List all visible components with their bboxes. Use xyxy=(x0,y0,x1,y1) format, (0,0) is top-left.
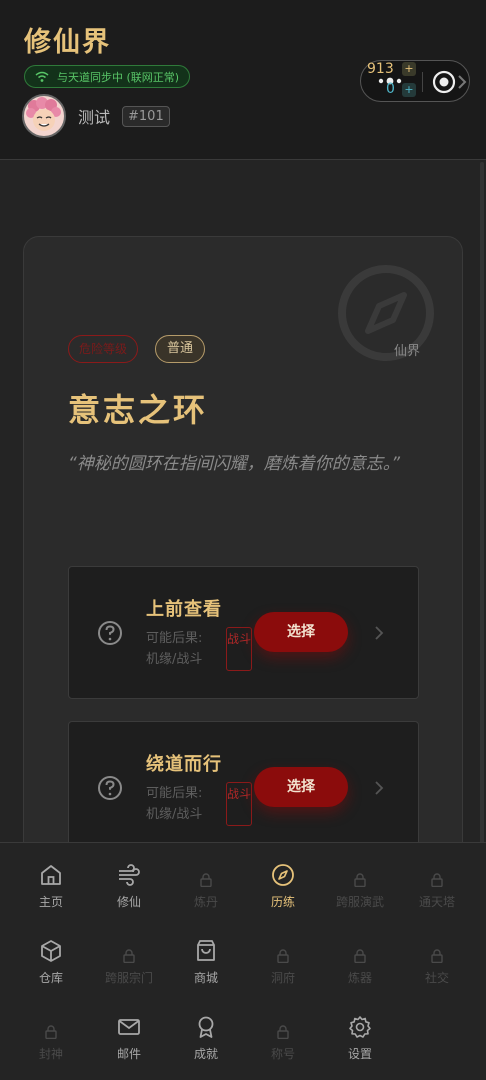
sync-status-badge: 与天道同步中 (联网正常) xyxy=(24,65,191,88)
choice-title: 绕道而行 xyxy=(146,754,222,775)
lock-icon xyxy=(45,1025,57,1039)
nav-item-alchemy: 炼丹 xyxy=(167,867,245,927)
user-id-badge: #101 xyxy=(122,105,170,127)
close-target-icon[interactable] xyxy=(431,69,457,95)
outcome-value: 机缘/战斗 xyxy=(146,652,203,667)
battle-tag: 战斗 xyxy=(226,627,252,671)
gear-icon xyxy=(349,1016,371,1038)
select-button[interactable]: 选择 xyxy=(254,767,348,807)
mini-program-capsule: 913 + 0 + xyxy=(360,60,470,102)
gem-count: 0 xyxy=(386,81,395,97)
nav-item-forge: 炼器 xyxy=(321,943,399,1003)
scrollbar[interactable] xyxy=(480,162,484,862)
outcome-label: 可能后果: xyxy=(146,631,203,646)
nav-label: 炼丹 xyxy=(193,895,218,909)
outcome-value: 机缘/战斗 xyxy=(146,807,203,822)
chevron-right-icon xyxy=(375,626,384,640)
choice-title: 上前查看 xyxy=(146,599,222,620)
nav-item-title: 称号 xyxy=(244,1019,322,1079)
award-icon xyxy=(198,1016,214,1038)
add-spirit-stone-button[interactable]: + xyxy=(402,62,416,76)
add-gem-button[interactable]: + xyxy=(402,83,416,97)
choice-outcome: 可能后果: 机缘/战斗 xyxy=(146,783,216,825)
question-circle-icon xyxy=(98,776,122,800)
nav-label: 商城 xyxy=(193,971,218,985)
nav-label: 成就 xyxy=(193,1047,218,1061)
nav-label: 封神 xyxy=(38,1047,63,1061)
event-title: 意志之环 xyxy=(68,391,209,429)
chevron-right-icon xyxy=(375,781,384,795)
nav-item-cave: 洞府 xyxy=(244,943,322,1003)
nav-item-cross-server-sect: 跨服宗门 xyxy=(90,943,168,1003)
lock-icon xyxy=(277,1025,289,1039)
event-description: “神秘的圆环在指间闪耀，磨炼着你的意志。” xyxy=(68,454,401,474)
event-card: 仙界 危险等级 普通 意志之环 “神秘的圆环在指间闪耀，磨炼着你的意志。” 上前… xyxy=(23,236,463,936)
nav-label: 邮件 xyxy=(116,1047,141,1061)
nav-item-tower: 通天塔 xyxy=(398,867,476,927)
select-button[interactable]: 选择 xyxy=(254,612,348,652)
nav-label: 设置 xyxy=(347,1047,372,1061)
compass-icon xyxy=(272,864,294,886)
chevron-right-icon[interactable] xyxy=(457,74,467,90)
nav-label: 主页 xyxy=(38,895,63,909)
header-bar: 修仙界 与天道同步中 (联网正常) 测试 #101 913 + 0 + xyxy=(0,0,486,160)
mail-icon xyxy=(118,1019,140,1035)
nav-item-home[interactable]: 主页 xyxy=(12,863,90,923)
nav-label: 社交 xyxy=(424,971,449,985)
wind-icon xyxy=(119,864,140,886)
nav-item-achievement[interactable]: 成就 xyxy=(167,1015,245,1075)
nav-item-settings[interactable]: 设置 xyxy=(321,1015,399,1075)
nav-item-warehouse[interactable]: 仓库 xyxy=(12,939,90,999)
lock-icon xyxy=(354,949,366,963)
question-circle-icon xyxy=(98,621,122,645)
bottom-nav: 主页 修仙 炼丹 历练 跨服演武 通天塔 仓库 跨服宗门 商城 洞府 炼器 社交… xyxy=(0,842,486,1080)
shopping-bag-icon xyxy=(197,940,215,961)
user-name: 测试 xyxy=(78,108,111,127)
wifi-icon xyxy=(35,71,49,82)
choice-card[interactable]: 绕道而行 可能后果: 机缘/战斗 战斗 选择 xyxy=(68,721,419,854)
nav-label: 称号 xyxy=(270,1047,295,1061)
nav-label: 通天塔 xyxy=(418,895,455,909)
lock-icon xyxy=(123,949,135,963)
capsule-divider xyxy=(422,72,423,92)
nav-label: 洞府 xyxy=(270,971,295,985)
lock-icon xyxy=(431,949,443,963)
danger-level-tag: 危险等级 xyxy=(68,335,139,363)
nav-label: 仓库 xyxy=(38,971,63,985)
lock-icon xyxy=(277,949,289,963)
choice-card[interactable]: 上前查看 可能后果: 机缘/战斗 战斗 选择 xyxy=(68,566,419,699)
nav-item-shop[interactable]: 商城 xyxy=(167,939,245,999)
rarity-tag: 普通 xyxy=(155,335,206,363)
home-icon xyxy=(41,865,61,885)
compass-watermark-icon xyxy=(338,265,434,361)
nav-item-cross-server-arena: 跨服演武 xyxy=(321,867,399,927)
lock-icon xyxy=(431,873,443,887)
nav-label: 炼器 xyxy=(347,971,372,985)
box-icon xyxy=(41,940,61,962)
sync-status-text: 与天道同步中 (联网正常) xyxy=(57,70,180,84)
choice-outcome: 可能后果: 机缘/战斗 xyxy=(146,628,216,670)
nav-label: 修仙 xyxy=(116,895,141,909)
user-info: 测试 #101 xyxy=(22,94,170,138)
avatar[interactable] xyxy=(22,94,66,138)
avatar-face-icon xyxy=(26,97,61,131)
nav-label: 跨服演武 xyxy=(335,895,384,909)
location-label: 仙界 xyxy=(394,344,421,359)
nav-item-deify: 封神 xyxy=(12,1019,90,1079)
nav-item-cultivate[interactable]: 修仙 xyxy=(90,863,168,923)
battle-tag: 战斗 xyxy=(226,782,252,826)
nav-label: 历练 xyxy=(270,895,295,909)
app-title: 修仙界 xyxy=(24,27,111,58)
lock-icon xyxy=(200,873,212,887)
nav-label: 跨服宗门 xyxy=(104,971,153,985)
lock-icon xyxy=(354,873,366,887)
outcome-label: 可能后果: xyxy=(146,786,203,801)
nav-item-adventure[interactable]: 历练 xyxy=(244,863,322,923)
nav-item-social: 社交 xyxy=(398,943,476,1003)
nav-item-mail[interactable]: 邮件 xyxy=(90,1015,168,1075)
